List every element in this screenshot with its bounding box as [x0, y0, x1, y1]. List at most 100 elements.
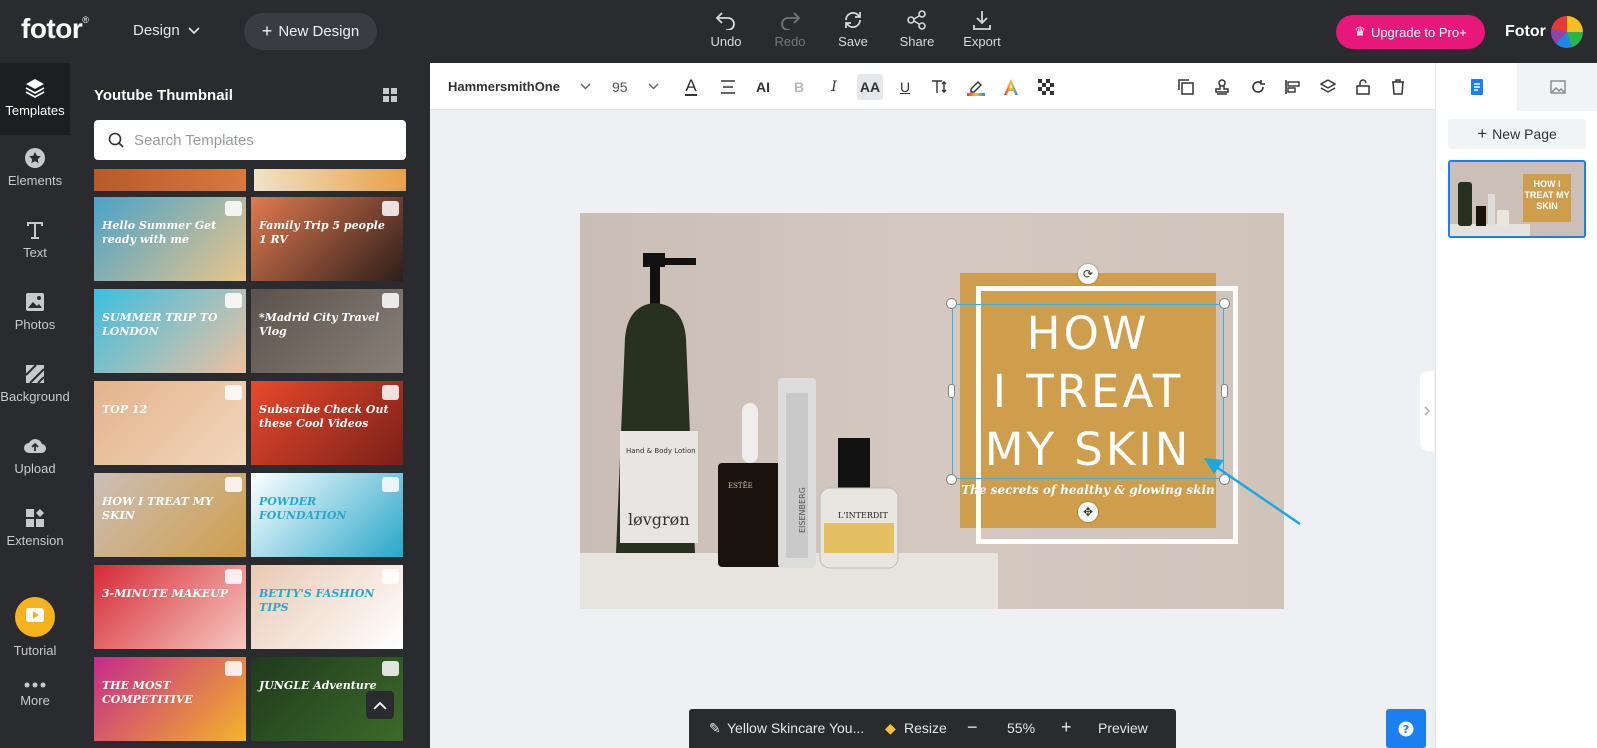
cloud-upload-icon [24, 439, 47, 454]
favorite-icon[interactable] [225, 661, 242, 676]
trash-icon[interactable] [1385, 74, 1411, 100]
user-name[interactable]: Fotor [1505, 23, 1546, 41]
favorite-icon[interactable] [225, 201, 242, 216]
align-center-icon[interactable] [715, 74, 741, 100]
rail-item-more[interactable]: More [0, 681, 70, 708]
zoom-in-button[interactable]: + [1061, 717, 1072, 738]
redo-button[interactable]: Redo [760, 10, 820, 49]
stamp-icon[interactable] [1209, 74, 1235, 100]
rotate-icon[interactable] [1245, 74, 1271, 100]
selection-box[interactable] [952, 304, 1224, 479]
align-left-icon[interactable] [1280, 74, 1306, 100]
favorite-icon[interactable] [382, 477, 399, 492]
tab-pages[interactable] [1436, 63, 1517, 111]
duplicate-icon[interactable] [1173, 74, 1199, 100]
template-thumb[interactable]: THE MOST COMPETITIVE [94, 657, 246, 741]
chevron-down-icon[interactable] [580, 83, 591, 90]
spacing-icon[interactable] [927, 74, 953, 100]
transparency-icon[interactable] [1033, 74, 1059, 100]
undo-button[interactable]: Undo [696, 10, 756, 49]
rail-item-tutorial[interactable]: Tutorial [0, 597, 70, 658]
preview-button[interactable]: Preview [1098, 720, 1148, 736]
new-design-button[interactable]: + New Design [244, 13, 377, 50]
page-icon [1470, 79, 1483, 95]
save-button[interactable]: Save [823, 10, 883, 49]
favorite-icon[interactable] [382, 661, 399, 676]
template-thumb-partial[interactable] [94, 169, 246, 191]
search-box[interactable] [94, 120, 406, 160]
favorite-icon[interactable] [225, 569, 242, 584]
text-color-icon[interactable]: A [678, 74, 704, 100]
highlight-icon[interactable] [963, 74, 989, 100]
template-thumb[interactable]: POWDER FOUNDATION [251, 473, 403, 557]
design-name[interactable]: Yellow Skincare You... [727, 720, 864, 736]
underline-icon[interactable]: U [892, 74, 918, 100]
rail-item-photos[interactable]: Photos [0, 291, 70, 332]
share-button[interactable]: Share [887, 10, 947, 49]
font-family-select[interactable]: HammersmithOne [448, 79, 560, 94]
page-thumbnail[interactable]: HOW I TREAT MY SKIN [1448, 160, 1586, 238]
resize-handle[interactable] [946, 474, 957, 485]
move-handle-icon[interactable]: ✥ [1078, 502, 1098, 522]
favorite-icon[interactable] [382, 293, 399, 308]
rail-item-text[interactable]: Text [0, 219, 70, 260]
fotor-logo[interactable]: fotor® [21, 13, 89, 45]
gradient-text-icon[interactable] [998, 74, 1024, 100]
favorite-icon[interactable] [382, 201, 399, 216]
avatar[interactable] [1551, 16, 1583, 48]
template-thumb[interactable]: 3-MINUTE MAKEUP [94, 565, 246, 649]
export-button[interactable]: Export [952, 10, 1012, 49]
template-thumb[interactable]: BETTY'S FASHION TIPS [251, 565, 403, 649]
template-thumb[interactable]: Family Trip 5 people 1 RV [251, 197, 403, 281]
rail-item-background[interactable]: Background [0, 363, 70, 404]
zoom-level[interactable]: 55% [1007, 720, 1035, 736]
template-thumb[interactable]: HOW I TREAT MY SKIN [94, 473, 246, 557]
rotate-handle-icon[interactable]: ⟳ [1078, 264, 1098, 284]
rail-item-upload[interactable]: Upload [0, 435, 70, 476]
scroll-top-button[interactable] [366, 691, 394, 719]
favorite-icon[interactable] [225, 293, 242, 308]
rail-item-templates[interactable]: Templates [0, 63, 70, 135]
template-thumb[interactable]: Hello Summer Get ready with me [94, 197, 246, 281]
rail-item-extension[interactable]: Extension [0, 507, 70, 548]
extension-icon [26, 509, 44, 527]
chevron-down-icon[interactable] [648, 83, 659, 90]
template-thumb-partial[interactable] [254, 169, 406, 191]
zoom-out-button[interactable]: − [967, 717, 978, 738]
font-size-adjust-icon[interactable]: AI [750, 74, 776, 100]
resize-handle[interactable] [946, 298, 957, 309]
pencil-icon[interactable]: ✎ [709, 720, 721, 737]
layers-order-icon[interactable] [1315, 74, 1341, 100]
favorite-icon[interactable] [382, 385, 399, 400]
new-page-button[interactable]: + New Page [1448, 119, 1586, 149]
favorite-icon[interactable] [225, 477, 242, 492]
rail-item-elements[interactable]: Elements [0, 147, 70, 188]
expand-right-panel-tab[interactable] [1420, 371, 1434, 451]
template-thumb[interactable]: Subscribe Check Out these Cool Videos [251, 381, 403, 465]
template-thumb[interactable]: SUMMER TRIP TO LONDON [94, 289, 246, 373]
resize-button[interactable]: Resize [904, 720, 947, 736]
resize-handle[interactable] [1219, 298, 1230, 309]
redo-icon [781, 12, 801, 30]
lock-icon[interactable] [1350, 74, 1376, 100]
help-button[interactable]: ? [1386, 709, 1426, 748]
page-thumbnail-title: HOW I TREAT MY SKIN [1524, 179, 1570, 211]
search-input[interactable] [134, 131, 394, 149]
template-thumb[interactable]: *Madrid City Travel Vlog [251, 289, 403, 373]
bold-icon[interactable]: B [786, 74, 812, 100]
font-size-select[interactable]: 95 [612, 79, 628, 95]
tab-images[interactable] [1517, 63, 1597, 111]
resize-handle[interactable] [948, 384, 955, 398]
design-menu[interactable]: Design [133, 22, 200, 39]
favorite-icon[interactable] [382, 569, 399, 584]
grid-view-icon[interactable] [382, 87, 398, 103]
chevron-right-icon [1424, 406, 1430, 416]
uppercase-icon[interactable]: AA [857, 74, 883, 100]
template-thumb[interactable]: TOP 12 [94, 381, 246, 465]
chevron-down-icon [188, 26, 200, 34]
upgrade-button[interactable]: ♛ Upgrade to Pro+ [1336, 15, 1485, 49]
resize-handle[interactable] [1221, 384, 1228, 398]
italic-icon[interactable]: I [821, 74, 847, 100]
subtitle-text[interactable]: The secrets of healthy & glowing skin [960, 483, 1216, 497]
favorite-icon[interactable] [225, 385, 242, 400]
